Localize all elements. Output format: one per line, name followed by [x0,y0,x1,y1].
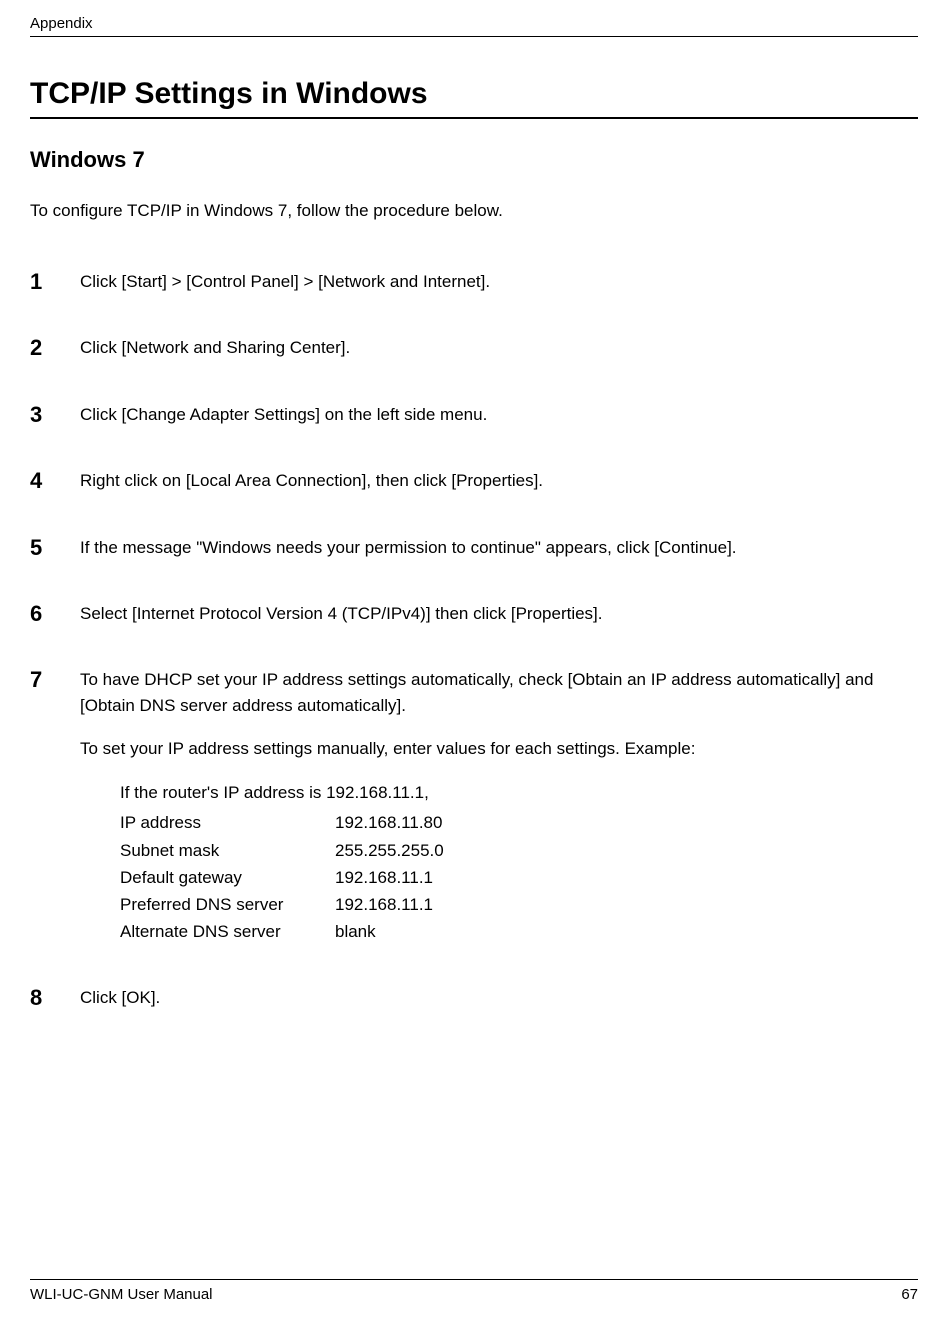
step-8: 8 Click [OK]. [30,985,918,1011]
example-router-line: If the router's IP address is 192.168.11… [120,780,918,806]
step-number: 6 [30,601,80,627]
example-row: Alternate DNS server blank [120,918,918,945]
step-number: 4 [30,468,80,494]
page-title: TCP/IP Settings in Windows [30,77,918,119]
example-value: 192.168.11.1 [335,864,918,891]
header-section: Appendix [30,15,93,32]
example-table: IP address 192.168.11.80 Subnet mask 255… [120,809,918,945]
example-value: 192.168.11.1 [335,891,918,918]
step-text: Right click on [Local Area Connection], … [80,468,918,494]
example-row: IP address 192.168.11.80 [120,809,918,836]
step-text: To have DHCP set your IP address setting… [80,667,918,945]
step-5: 5 If the message "Windows needs your per… [30,535,918,561]
step-number: 7 [30,667,80,693]
page-header: Appendix [30,15,918,37]
example-label: Subnet mask [120,837,335,864]
step-7-main: To have DHCP set your IP address setting… [80,667,918,718]
example-value: blank [335,918,918,945]
example-row: Default gateway 192.168.11.1 [120,864,918,891]
example-label: Preferred DNS server [120,891,335,918]
step-4: 4 Right click on [Local Area Connection]… [30,468,918,494]
example-row: Preferred DNS server 192.168.11.1 [120,891,918,918]
example-value: 255.255.255.0 [335,837,918,864]
step-text: Click [Change Adapter Settings] on the l… [80,402,918,428]
example-value: 192.168.11.80 [335,809,918,836]
step-text: Click [Start] > [Control Panel] > [Netwo… [80,269,918,295]
step-number: 3 [30,402,80,428]
step-number: 8 [30,985,80,1011]
example-label: IP address [120,809,335,836]
example-label: Alternate DNS server [120,918,335,945]
step-number: 2 [30,335,80,361]
step-number: 5 [30,535,80,561]
footer-manual-name: WLI-UC-GNM User Manual [30,1286,213,1303]
step-7-manual-intro: To set your IP address settings manually… [80,736,918,762]
step-7: 7 To have DHCP set your IP address setti… [30,667,918,945]
step-number: 1 [30,269,80,295]
footer-page-number: 67 [901,1286,918,1303]
step-6: 6 Select [Internet Protocol Version 4 (T… [30,601,918,627]
step-text: Select [Internet Protocol Version 4 (TCP… [80,601,918,627]
page-subtitle: Windows 7 [30,147,918,173]
step-3: 3 Click [Change Adapter Settings] on the… [30,402,918,428]
step-1: 1 Click [Start] > [Control Panel] > [Net… [30,269,918,295]
example-row: Subnet mask 255.255.255.0 [120,837,918,864]
example-label: Default gateway [120,864,335,891]
step-text: Click [Network and Sharing Center]. [80,335,918,361]
step-text: If the message "Windows needs your permi… [80,535,918,561]
page-footer: WLI-UC-GNM User Manual 67 [30,1279,918,1303]
step-text: Click [OK]. [80,985,918,1011]
intro-paragraph: To configure TCP/IP in Windows 7, follow… [30,201,918,221]
step-2: 2 Click [Network and Sharing Center]. [30,335,918,361]
